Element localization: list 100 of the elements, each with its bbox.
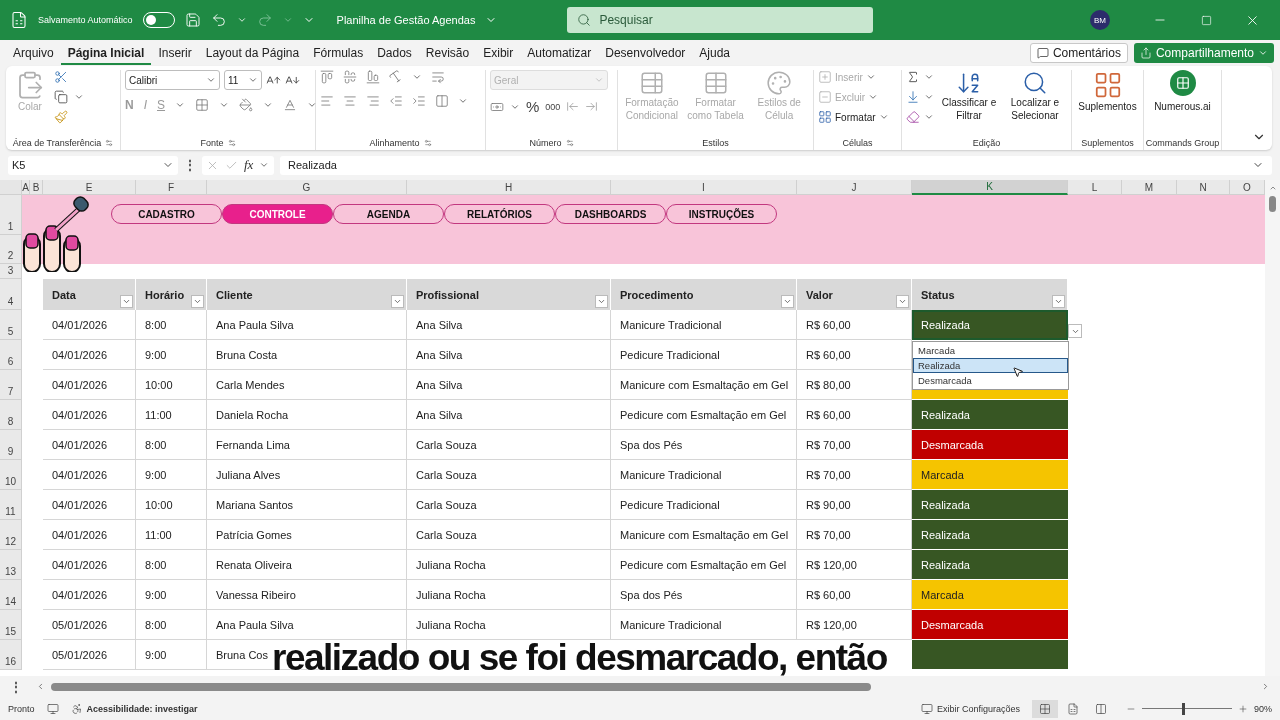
caret-icon[interactable] — [307, 100, 318, 110]
caret-icon[interactable] — [282, 15, 293, 25]
save-icon[interactable] — [184, 12, 201, 28]
column-header[interactable]: G — [207, 180, 407, 195]
row-header[interactable]: 1 — [0, 195, 22, 235]
redo-icon[interactable] — [256, 12, 273, 28]
ribbon-tab[interactable]: Desenvolvedor — [598, 41, 693, 65]
caret-icon[interactable] — [259, 160, 270, 170]
caret-icon[interactable] — [219, 100, 230, 110]
cells-button[interactable]: Formatar — [818, 110, 889, 124]
editing-button[interactable]: Localizar e Selecionar — [1004, 70, 1066, 122]
display-settings[interactable]: Exibir Configurações — [936, 703, 1020, 714]
ribbon-tab[interactable]: Dados — [370, 41, 419, 65]
nav-button[interactable]: INSTRUÇÕES — [666, 204, 777, 224]
column-header[interactable]: F — [136, 180, 207, 195]
ribbon-tab[interactable]: Ajuda — [692, 41, 737, 65]
dialog-launcher-icon[interactable] — [423, 139, 432, 147]
caret-icon[interactable] — [236, 15, 247, 25]
merge-icon[interactable] — [435, 94, 449, 108]
zoom-thumb[interactable] — [1182, 702, 1186, 715]
fill-icon[interactable] — [906, 90, 920, 104]
row-header[interactable]: 7 — [0, 370, 22, 400]
format-cells-icon[interactable] — [818, 110, 832, 124]
page-break-icon[interactable] — [1095, 702, 1107, 715]
align-right-icon[interactable] — [366, 94, 380, 108]
ribbon-tab[interactable]: Fórmulas — [306, 41, 371, 65]
dialog-launcher-icon[interactable] — [105, 139, 114, 147]
name-box[interactable]: K5 — [8, 155, 178, 175]
row-header[interactable]: 3 — [0, 264, 22, 279]
align-center-icon[interactable] — [343, 94, 357, 108]
scroll-right-icon[interactable] — [1261, 682, 1270, 691]
editing-button[interactable]: Classificar e Filtrar — [938, 70, 1000, 122]
column-header[interactable]: O — [1230, 180, 1265, 195]
column-header[interactable]: I — [611, 180, 797, 195]
formula-field[interactable]: Realizada — [280, 155, 1272, 175]
fill-color-icon[interactable] — [239, 98, 254, 112]
status-cell[interactable]: Realizada — [912, 400, 1068, 430]
caret-icon[interactable] — [206, 75, 216, 85]
row-header[interactable]: 16 — [0, 640, 22, 670]
scroll-thumb[interactable] — [1269, 196, 1276, 212]
caret-icon[interactable] — [878, 112, 889, 122]
search-field[interactable]: Pesquisar — [567, 7, 874, 33]
scroll-up-icon[interactable] — [1268, 184, 1277, 192]
font-color-icon[interactable] — [283, 98, 298, 112]
increase-decimal-icon[interactable] — [585, 100, 599, 113]
display-settings-icon[interactable] — [920, 702, 933, 715]
column-header[interactable]: B — [30, 180, 43, 195]
user-avatar[interactable]: BM — [1090, 10, 1110, 30]
status-cell[interactable]: Realizada — [912, 490, 1068, 520]
row-header[interactable]: 2 — [0, 235, 22, 264]
caret-icon[interactable] — [74, 92, 84, 102]
wrap-text-icon[interactable] — [431, 70, 445, 84]
comment-icon[interactable] — [1036, 47, 1049, 59]
column-header[interactable]: L — [1068, 180, 1122, 195]
search-icon[interactable] — [577, 13, 592, 27]
comments-button[interactable]: Comentários — [1029, 43, 1128, 63]
align-left-icon[interactable] — [320, 94, 334, 108]
insert-function-button[interactable]: fx — [244, 157, 254, 173]
column-header[interactable]: E — [43, 180, 136, 195]
column-header[interactable]: N — [1177, 180, 1230, 195]
nav-button[interactable]: CONTROLE — [222, 204, 333, 224]
dialog-launcher-icon[interactable] — [565, 139, 574, 147]
app-logo-icon[interactable] — [10, 11, 28, 29]
normal-view-icon[interactable] — [1039, 702, 1051, 715]
number-style-button[interactable]: 000 — [545, 101, 561, 112]
scroll-left-icon[interactable] — [36, 682, 45, 691]
numerous-button[interactable]: Numerous.ai — [1148, 70, 1217, 113]
copy-icon[interactable] — [54, 90, 68, 104]
number-style-button[interactable]: % — [526, 98, 540, 115]
view-button[interactable] — [1032, 699, 1058, 718]
row-header[interactable]: 12 — [0, 520, 22, 550]
borders-icon[interactable] — [195, 98, 210, 112]
accessibility-status[interactable]: Acessibilidade: investigar — [86, 703, 198, 714]
align-middle-icon[interactable] — [343, 70, 357, 84]
ribbon-tab[interactable]: Automatizar — [520, 41, 599, 65]
ribbon-tab[interactable]: Exibir — [476, 41, 521, 65]
column-header[interactable]: M — [1122, 180, 1177, 195]
row-header[interactable]: 15 — [0, 610, 22, 640]
row-header[interactable]: 8 — [0, 400, 22, 430]
nav-button[interactable]: RELATÓRIOS — [444, 204, 555, 224]
cut-icon[interactable] — [54, 70, 68, 84]
document-title[interactable]: Planilha de Gestão Agendas — [336, 14, 476, 26]
add-ins-button[interactable]: Suplementos — [1076, 70, 1139, 113]
share-icon[interactable] — [1139, 47, 1152, 59]
page-layout-icon[interactable] — [1067, 702, 1079, 715]
row-header[interactable]: 14 — [0, 580, 22, 610]
font-size-select[interactable]: 11 — [224, 70, 262, 90]
align-top-icon[interactable] — [320, 70, 334, 84]
column-header[interactable]: J — [797, 180, 912, 195]
caret-icon[interactable] — [458, 96, 468, 106]
row-header[interactable]: 13 — [0, 550, 22, 580]
indent-decrease-icon[interactable] — [389, 94, 403, 108]
row-header[interactable]: 6 — [0, 340, 22, 370]
row-header[interactable]: 10 — [0, 460, 22, 490]
column-header[interactable]: H — [407, 180, 611, 195]
ribbon-tab[interactable]: Arquivo — [6, 41, 61, 65]
indent-increase-icon[interactable] — [412, 94, 426, 108]
row-header[interactable]: 4 — [0, 279, 22, 310]
format-painter-icon[interactable] — [54, 110, 68, 124]
status-cell[interactable]: Realizada — [912, 310, 1068, 340]
